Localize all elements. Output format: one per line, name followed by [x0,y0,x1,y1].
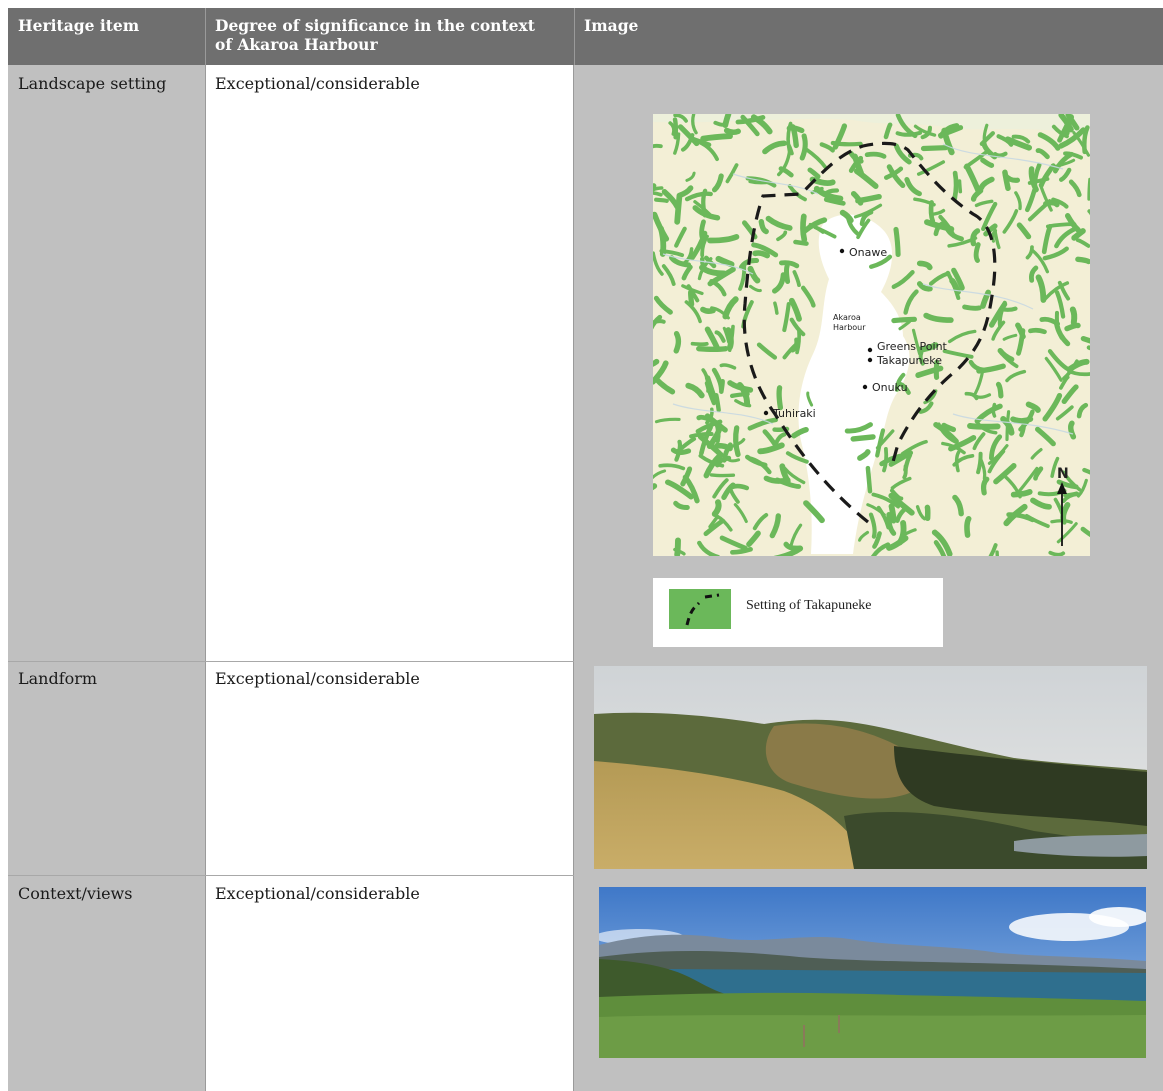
vegetation-stroke [967,422,1001,430]
map-label-greens-point: Greens Point [877,340,948,353]
vegetation-stroke [729,391,750,399]
vegetation-stroke [786,125,805,134]
vegetation-stroke [696,346,729,352]
vegetation-stroke [799,133,808,161]
vegetation-stroke [902,464,908,480]
north-arrow-label: N [1057,466,1069,482]
vegetation-stroke [752,250,770,259]
vegetation-stroke [709,473,736,478]
row-item-landscape-setting: Landscape setting [18,74,167,93]
vegetation-stroke [763,475,791,484]
row-divider [8,875,574,876]
vegetation-stroke [1087,177,1090,201]
vegetation-stroke [713,120,728,127]
vegetation-stroke [1069,306,1078,326]
vegetation-stroke [850,434,876,442]
map-label-tuhiraki: Tuhiraki [772,407,816,420]
header-significance-line2: of Akaroa Harbour [215,35,378,54]
landform-photo [594,666,1147,869]
context-views-panorama-photo [599,887,1146,1058]
vegetation-stroke [729,483,750,491]
vegetation-stroke [658,225,667,257]
vegetation-stroke [1068,420,1077,440]
vegetation-stroke [1086,345,1090,351]
row-divider [8,661,574,662]
vegetation-stroke [920,145,949,152]
vegetation-stroke [957,179,963,194]
vegetation-stroke [1002,306,1018,312]
vegetation-stroke [962,304,982,311]
vegetation-stroke [1005,410,1011,442]
header-heritage-item: Heritage item [18,16,140,35]
vegetation-stroke [1048,550,1066,556]
vegetation-stroke [964,516,972,538]
map-label-harbour: Harbour [833,323,866,332]
vegetation-stroke [973,242,981,263]
vegetation-stroke [690,341,709,347]
vegetation-stroke [776,385,784,411]
vegetation-stroke [700,133,733,142]
map-legend: Setting of Takapuneke [653,578,943,647]
header-image: Image [584,16,639,35]
row-significance-landform: Exceptional/considerable [215,669,420,688]
row-significance-landscape-setting: Exceptional/considerable [215,74,420,93]
map-label-onuku: Onuku [872,381,908,394]
header-significance: Degree of significance in the context of… [205,8,574,65]
vegetation-stroke [864,151,887,159]
header-significance-line1: Degree of significance in the context [215,16,535,35]
vegetation-stroke [700,306,716,315]
row-significance-context-views: Exceptional/considerable [215,884,420,903]
vegetation-stroke [673,331,682,354]
vegetation-stroke [800,213,808,243]
vegetation-stroke [995,550,1000,556]
vegetation-stroke [795,328,802,355]
vegetation-stroke [993,151,1008,158]
vegetation-stroke [1064,322,1081,332]
vegetation-stroke [995,381,1004,399]
vegetation-stroke [733,425,741,458]
row-item-context-views: Context/views [18,884,133,903]
takapuneke-setting-map: Onawe Akaroa Harbour Greens Point Takapu… [653,114,1090,556]
vegetation-stroke [928,200,936,224]
significance-column [205,65,574,1091]
vegetation-stroke [1075,256,1090,265]
vegetation-stroke [653,143,663,149]
vegetation-stroke [865,465,873,494]
vegetation-stroke [654,197,669,203]
vegetation-stroke [784,263,791,284]
heritage-item-column [8,65,205,1091]
vegetation-stroke [1010,416,1034,424]
vegetation-stroke [893,226,901,258]
vegetation-stroke [653,191,663,197]
map-label-onawe: Onawe [849,246,887,259]
vegetation-stroke [1043,200,1060,208]
vegetation-stroke [723,127,741,136]
vegetation-stroke [773,301,779,315]
vegetation-stroke [882,447,889,473]
vegetation-stroke [701,188,708,218]
vegetation-stroke [793,239,809,246]
map-label-akaroa: Akaroa [833,313,861,322]
table-header: Heritage item Degree of significance in … [8,8,1163,65]
legend-swatch-icon [669,589,731,629]
vegetation-stroke [952,170,959,201]
vegetation-stroke [1028,327,1047,335]
vegetation-stroke [891,316,917,324]
legend-label: Setting of Takapuneke [746,598,872,613]
row-item-landform: Landform [18,669,98,688]
map-label-takapuneke: Takapuneke [876,354,942,367]
vegetation-stroke [888,503,897,524]
